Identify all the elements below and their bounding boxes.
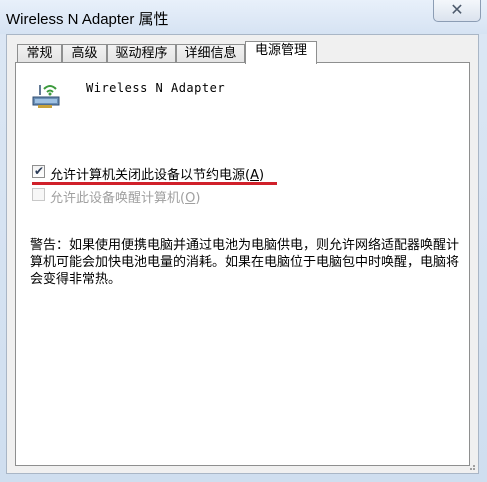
tab-general-label: 常规 — [26, 46, 53, 61]
allow-wake-text: 允许此设备唤醒计算机 — [50, 191, 181, 206]
properties-window: Wireless N Adapter 属性 ✕ 常规 高级 驱动程序 详细信息 … — [0, 0, 487, 482]
tab-advanced-label: 高级 — [71, 46, 98, 61]
close-icon: ✕ — [450, 0, 464, 19]
tab-driver[interactable]: 驱动程序 — [107, 44, 176, 63]
tab-general[interactable]: 常规 — [17, 44, 62, 63]
allow-turn-off-checkbox[interactable]: ✔ — [32, 164, 45, 178]
allow-wake-label: 允许此设备唤醒计算机(O) — [50, 191, 201, 206]
red-highlight-underline — [32, 182, 277, 185]
resize-grip-icon[interactable] — [466, 461, 476, 471]
dialog-body: 常规 高级 驱动程序 详细信息 电源管理 Wireless N Adapter … — [6, 34, 479, 474]
allow-wake-option: 允许此设备唤醒计算机(O) — [32, 187, 232, 206]
window-title: Wireless N Adapter 属性 — [6, 11, 169, 28]
tab-advanced[interactable]: 高级 — [62, 44, 107, 63]
tab-details[interactable]: 详细信息 — [176, 44, 245, 63]
allow-turn-off-option[interactable]: ✔ 允许计算机关闭此设备以节约电源(A) — [32, 164, 292, 183]
tab-details-label: 详细信息 — [184, 46, 237, 61]
tab-power-management[interactable]: 电源管理 — [245, 41, 317, 64]
tab-driver-label: 驱动程序 — [115, 46, 168, 61]
allow-turn-off-access-key: A — [250, 168, 259, 183]
allow-turn-off-label[interactable]: 允许计算机关闭此设备以节约电源(A) — [50, 164, 264, 183]
allow-turn-off-text: 允许计算机关闭此设备以节约电源 — [50, 168, 246, 183]
title-bar[interactable]: Wireless N Adapter 属性 ✕ — [0, 0, 487, 34]
network-adapter-icon — [32, 85, 60, 108]
close-button[interactable]: ✕ — [433, 0, 481, 22]
warning-text: 警告：如果使用便携电脑并通过电池为电脑供电，则允许网络适配器唤醒计算机可能会加快… — [30, 238, 460, 287]
allow-wake-access-key: O — [185, 191, 196, 206]
power-management-page: Wireless N Adapter ✔ 允许计算机关闭此设备以节约电源(A) … — [15, 62, 470, 466]
tab-power-management-label: 电源管理 — [254, 43, 307, 58]
allow-wake-checkbox — [32, 188, 45, 201]
checkmark-icon: ✔ — [34, 164, 45, 178]
device-name: Wireless N Adapter — [86, 81, 226, 95]
